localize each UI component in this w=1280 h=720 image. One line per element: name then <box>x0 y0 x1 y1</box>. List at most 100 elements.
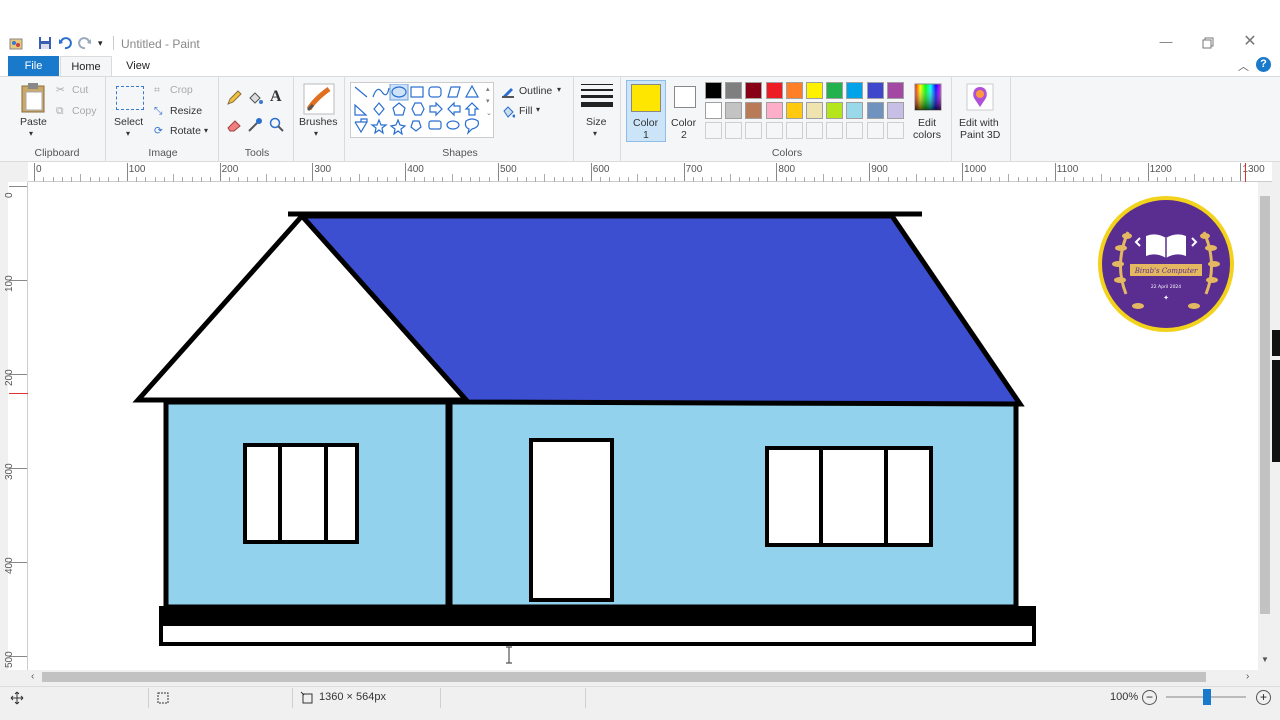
tab-home[interactable]: Home <box>60 56 112 76</box>
customize-quick-access-icon[interactable]: ▾ <box>98 38 103 49</box>
palette-empty-slot[interactable] <box>826 122 844 139</box>
cut-icon[interactable]: ✂ <box>56 84 65 96</box>
zoom-slider-thumb[interactable] <box>1203 689 1211 705</box>
crop-button[interactable]: Crop <box>170 84 193 96</box>
outline-dropdown-icon[interactable]: ▾ <box>557 85 561 94</box>
paint3d-icon[interactable] <box>966 83 994 111</box>
palette-empty-slot[interactable] <box>765 122 783 139</box>
paint3d-label-line2[interactable]: Paint 3D <box>960 129 1000 141</box>
palette-swatch[interactable] <box>705 102 722 119</box>
fill-dropdown-icon[interactable]: ▾ <box>536 105 540 114</box>
ruler-label: 900 <box>871 164 888 175</box>
resize-button[interactable]: Resize <box>170 105 202 117</box>
scroll-right-icon[interactable]: › <box>1246 671 1249 682</box>
palette-empty-slot[interactable] <box>745 122 763 139</box>
palette-swatch[interactable] <box>745 102 763 119</box>
paste-icon[interactable] <box>20 82 46 114</box>
paint-app-icon[interactable] <box>8 36 24 52</box>
copy-icon[interactable]: ⧉ <box>56 105 64 118</box>
paste-dropdown-icon[interactable]: ▾ <box>29 129 33 138</box>
palette-empty-slot[interactable] <box>785 122 803 139</box>
edit-colors-label-line2[interactable]: colors <box>913 129 941 141</box>
palette-swatch[interactable] <box>705 82 722 99</box>
text-tool-icon[interactable]: A <box>270 88 282 106</box>
ruler-major-tick <box>312 163 314 181</box>
select-dropdown-icon[interactable]: ▾ <box>126 129 130 138</box>
zoom-out-icon[interactable]: − <box>1142 690 1157 705</box>
rotate-dropdown-icon[interactable]: ▾ <box>204 126 208 135</box>
save-icon[interactable] <box>38 36 52 50</box>
palette-swatch[interactable] <box>725 82 743 99</box>
palette-empty-slot[interactable] <box>725 122 743 139</box>
colors-group-label: Colors <box>771 147 803 159</box>
restore-icon[interactable] <box>1202 37 1214 49</box>
palette-swatch[interactable] <box>765 82 783 99</box>
palette-swatch[interactable] <box>785 102 803 119</box>
vertical-scroll-thumb[interactable] <box>1260 196 1270 614</box>
house-drawing <box>132 211 1036 646</box>
shapes-gallery-icons[interactable] <box>352 84 484 136</box>
palette-empty-slot[interactable] <box>705 122 722 139</box>
magnifier-icon[interactable] <box>269 117 285 133</box>
palette-swatch[interactable] <box>886 102 904 119</box>
zoom-in-icon[interactable]: + <box>1256 690 1271 705</box>
minimize-icon[interactable]: — <box>1158 34 1174 50</box>
palette-swatch[interactable] <box>826 102 844 119</box>
rotate-button[interactable]: Rotate <box>170 125 201 137</box>
pencil-icon[interactable] <box>226 90 242 106</box>
palette-swatch[interactable] <box>806 82 823 99</box>
select-icon[interactable] <box>116 86 144 110</box>
copy-button[interactable]: Copy <box>72 105 97 117</box>
tab-view[interactable]: View <box>114 56 162 76</box>
rotate-icon[interactable]: ⟳ <box>154 125 163 137</box>
undo-icon[interactable] <box>58 36 72 50</box>
size-lines-icon[interactable] <box>581 83 613 111</box>
scroll-left-icon[interactable]: ‹ <box>31 671 34 682</box>
size-button[interactable]: Size <box>586 116 606 128</box>
brushes-dropdown-icon[interactable]: ▾ <box>314 129 318 138</box>
palette-swatch[interactable] <box>866 82 884 99</box>
palette-empty-slot[interactable] <box>806 122 823 139</box>
select-button[interactable]: Select <box>114 116 143 128</box>
paint3d-label-line1[interactable]: Edit with <box>959 117 999 129</box>
palette-swatch[interactable] <box>785 82 803 99</box>
fill-bucket-icon[interactable] <box>247 90 263 106</box>
palette-swatch[interactable] <box>765 102 783 119</box>
edit-colors-icon[interactable] <box>914 83 942 111</box>
edit-colors-label-line1[interactable]: Edit <box>918 117 936 129</box>
outline-button[interactable]: Outline <box>519 85 552 97</box>
tab-file[interactable]: File <box>8 56 59 76</box>
brushes-icon[interactable] <box>303 83 335 115</box>
horizontal-scroll-thumb[interactable] <box>42 672 1206 682</box>
palette-empty-slot[interactable] <box>846 122 864 139</box>
outline-icon[interactable] <box>501 84 515 98</box>
collapse-ribbon-icon[interactable]: ︿ <box>1238 58 1249 74</box>
color-picker-icon[interactable] <box>247 117 263 133</box>
palette-swatch[interactable] <box>866 102 884 119</box>
fill-button[interactable]: Fill <box>519 105 532 117</box>
palette-swatch[interactable] <box>826 82 844 99</box>
size-dropdown-icon[interactable]: ▾ <box>593 129 597 138</box>
palette-swatch[interactable] <box>745 82 763 99</box>
resize-icon[interactable]: ⤡ <box>154 105 162 118</box>
palette-swatch[interactable] <box>886 82 904 99</box>
palette-swatch[interactable] <box>806 102 823 119</box>
eraser-icon[interactable] <box>226 117 242 133</box>
palette-empty-slot[interactable] <box>886 122 904 139</box>
brushes-button[interactable]: Brushes <box>299 116 338 128</box>
help-icon[interactable]: ? <box>1256 57 1271 72</box>
paste-label[interactable]: Paste <box>20 116 47 128</box>
redo-icon[interactable] <box>78 36 92 50</box>
palette-swatch[interactable] <box>725 102 743 119</box>
shapes-scroll-icons[interactable]: ▴ ▾ ⌄ <box>486 84 492 120</box>
scroll-down-icon[interactable]: ▼ <box>1261 655 1269 664</box>
close-icon[interactable]: ✕ <box>1242 34 1258 50</box>
palette-swatch[interactable] <box>846 102 864 119</box>
ruler-label: 500 <box>500 164 517 175</box>
palette-swatch[interactable] <box>846 82 864 99</box>
cut-button[interactable]: Cut <box>72 84 88 96</box>
crop-icon[interactable]: ⌗ <box>154 84 160 97</box>
ruler-major-tick <box>405 163 407 181</box>
palette-empty-slot[interactable] <box>866 122 884 139</box>
fill-icon[interactable] <box>501 104 515 118</box>
